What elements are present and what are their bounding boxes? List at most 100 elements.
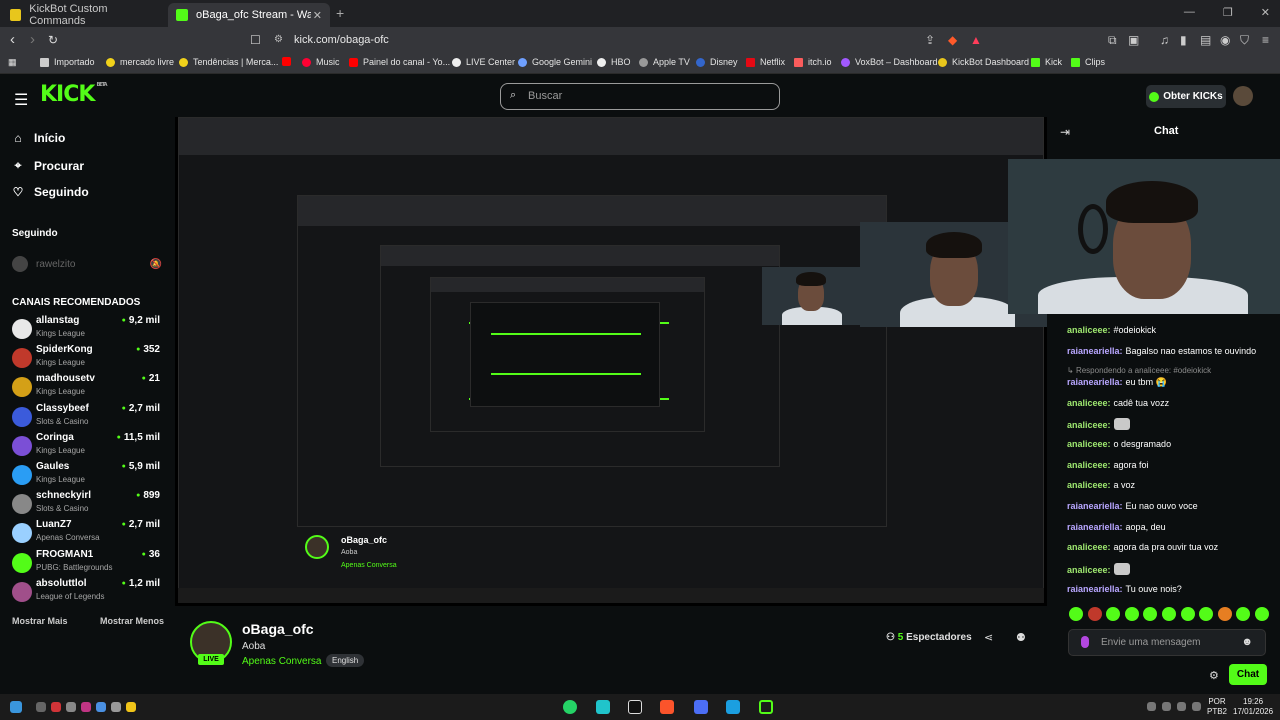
vpn-icon[interactable] [694, 700, 708, 714]
chat-username[interactable]: analiceee: [1067, 565, 1111, 575]
bookmark-clips[interactable]: Clips [1071, 57, 1105, 67]
gear-icon[interactable]: ⚙ [1209, 669, 1219, 682]
streamer-name[interactable]: oBaga_ofc [242, 621, 314, 637]
avatar[interactable] [1233, 86, 1253, 106]
app-icon[interactable] [51, 702, 61, 712]
brave-shield-icon[interactable]: ◆ [948, 33, 957, 47]
new-tab-button[interactable]: + [336, 5, 344, 21]
brave-icon[interactable] [660, 700, 674, 714]
nav-seguindo[interactable]: ♡ Seguindo [12, 185, 89, 199]
chat-message[interactable]: analiceee: cadê tua vozz [1067, 398, 1169, 408]
maximize-icon[interactable]: ❐ [1223, 6, 1233, 19]
close-window-icon[interactable]: ✕ [1261, 6, 1270, 19]
channel-item[interactable]: schneckyirl Slots & Casino 899 [12, 490, 160, 518]
close-icon[interactable]: ✕ [313, 9, 322, 22]
chat-username[interactable]: raianeariella: [1067, 522, 1123, 532]
apps-icon[interactable]: ▦ [8, 57, 17, 68]
menu-icon[interactable]: ≡ [1262, 33, 1269, 47]
nav-inicio[interactable]: ⌂ Início [12, 131, 65, 145]
channel-item[interactable]: SpiderKong Kings League 352 [12, 344, 160, 372]
chat-message[interactable]: analiceee: #odeiokick [1067, 325, 1156, 335]
emote-icon[interactable] [1254, 607, 1269, 621]
emote-icon[interactable] [1106, 607, 1121, 621]
url-field[interactable]: ⚙ kick.com/obaga-ofc [268, 31, 992, 49]
bookmark-mercado[interactable]: mercado livre [106, 57, 174, 67]
chat-message[interactable]: raianeariella: Tu ouve nois? [1067, 584, 1182, 594]
system-clock[interactable]: 19:26 17/01/2026 [1233, 697, 1273, 717]
emote-icon[interactable] [1161, 607, 1176, 621]
windows-start-icon[interactable] [10, 701, 22, 713]
chat-message[interactable]: raianeariella: Bagalso nao estamos te ouv… [1067, 346, 1256, 356]
bookmark-music[interactable]: Music [302, 57, 340, 67]
reload-icon[interactable]: ↻ [48, 33, 58, 47]
volume-icon[interactable] [1177, 702, 1186, 711]
chat-username[interactable]: analiceee: [1067, 542, 1111, 552]
bookmark-livecenter[interactable]: LIVE Center [452, 57, 515, 67]
bookmark-tendencias[interactable]: Tendências | Merca... [179, 57, 278, 67]
language-tag[interactable]: English [326, 654, 365, 667]
channel-item[interactable]: Coringa Kings League 11,5 mil [12, 432, 160, 460]
emote-icon[interactable] [1069, 607, 1083, 621]
steam-icon[interactable] [726, 700, 740, 714]
folder-icon[interactable] [126, 702, 136, 712]
bookmark-kick[interactable]: Kick [1031, 57, 1062, 67]
chat-username[interactable]: raianeariella: [1067, 584, 1123, 594]
language-indicator[interactable]: POR PTB2 [1207, 697, 1227, 717]
chat-message[interactable]: ↳ Respondendo a analiceee: #odeiokick [1067, 365, 1211, 375]
emote-icon[interactable] [1143, 607, 1158, 621]
media-icon[interactable]: ♫ [1160, 33, 1169, 47]
shield-icon[interactable]: ⛉ [1240, 33, 1249, 48]
bookmark-netflix[interactable]: Netflix [746, 57, 785, 67]
bookmark-icon[interactable]: ☐ [250, 33, 261, 47]
chat-message[interactable]: raianeariella: eu tbm 😭 [1067, 377, 1167, 388]
chat-message[interactable]: raianeariella: Eu nao ouvo voce [1067, 501, 1198, 511]
app-icon[interactable] [96, 702, 106, 712]
menu-icon[interactable]: ☰ [14, 90, 28, 110]
chat-username[interactable]: analiceee: [1067, 325, 1111, 335]
extensions-icon[interactable]: ⧉ [1108, 33, 1117, 48]
nav-procurar[interactable]: ⌖ Procurar [12, 158, 84, 173]
site-info-icon[interactable]: ⚙ [274, 31, 283, 49]
send-chat-button[interactable]: Chat [1229, 664, 1267, 685]
minimize-icon[interactable]: — [1184, 6, 1195, 19]
chat-username[interactable]: analiceee: [1067, 398, 1111, 408]
kick-app-icon[interactable] [759, 700, 773, 714]
bookmark-appletv[interactable]: Apple TV [639, 57, 690, 67]
channel-item[interactable]: LuanZ7 Apenas Conversa 2,7 mil [12, 519, 160, 547]
channel-item[interactable]: allanstag Kings League 9,2 mil [12, 315, 160, 343]
whatsapp-icon[interactable] [563, 700, 577, 714]
show-more-button[interactable]: Mostrar Mais [12, 616, 68, 626]
bookmark-kickbot[interactable]: KickBot Dashboard [938, 57, 1029, 67]
channel-item[interactable]: Gaules Kings League 5,9 mil [12, 461, 160, 489]
bookmark-importado[interactable]: Importado [40, 57, 95, 67]
chat-username[interactable]: raianeariella: [1067, 346, 1123, 356]
emote-icon[interactable] [1124, 607, 1139, 621]
chat-message[interactable]: analiceee: agora da pra ouvir tua voz [1067, 542, 1218, 552]
back-icon[interactable]: ‹ [10, 31, 15, 48]
chat-username[interactable]: analiceee: [1067, 420, 1111, 430]
chat-message[interactable]: raianeariella: aopa, deu [1067, 522, 1166, 532]
battery-icon[interactable] [1192, 702, 1201, 711]
brave-rewards-icon[interactable]: ▲ [970, 33, 982, 47]
get-kicks-button[interactable]: Obter KICKs [1146, 85, 1226, 108]
app-icon[interactable] [596, 700, 610, 714]
chat-username[interactable]: raianeariella: [1067, 377, 1123, 387]
network-icon[interactable] [1162, 702, 1171, 711]
emote-icon[interactable] [1087, 607, 1102, 621]
screenshot-icon[interactable]: ▣ [1128, 33, 1139, 47]
share-icon[interactable]: ⋖ [984, 631, 993, 644]
chat-username[interactable]: analiceee: [1067, 460, 1111, 470]
emote-icon[interactable] [1236, 607, 1251, 621]
microphone-icon[interactable] [1081, 636, 1089, 648]
app-icon[interactable] [66, 702, 76, 712]
emoji-icon[interactable]: ☻ [1241, 636, 1253, 648]
emote-icon[interactable] [1199, 607, 1214, 621]
show-less-button[interactable]: Mostrar Menos [100, 616, 164, 626]
emote-icon[interactable] [1180, 607, 1195, 621]
chat-input[interactable]: Envie uma mensagem ☻ [1068, 629, 1266, 656]
channel-item[interactable]: absoluttlol League of Legends 1,2 mil [12, 578, 160, 606]
follow-user-icon[interactable]: ⚉ [1016, 631, 1026, 644]
chat-message[interactable]: analiceee: [1067, 418, 1130, 430]
bookmark-painel[interactable]: Painel do canal - Yo... [349, 57, 450, 67]
stream-category[interactable]: Apenas Conversa [242, 656, 322, 667]
